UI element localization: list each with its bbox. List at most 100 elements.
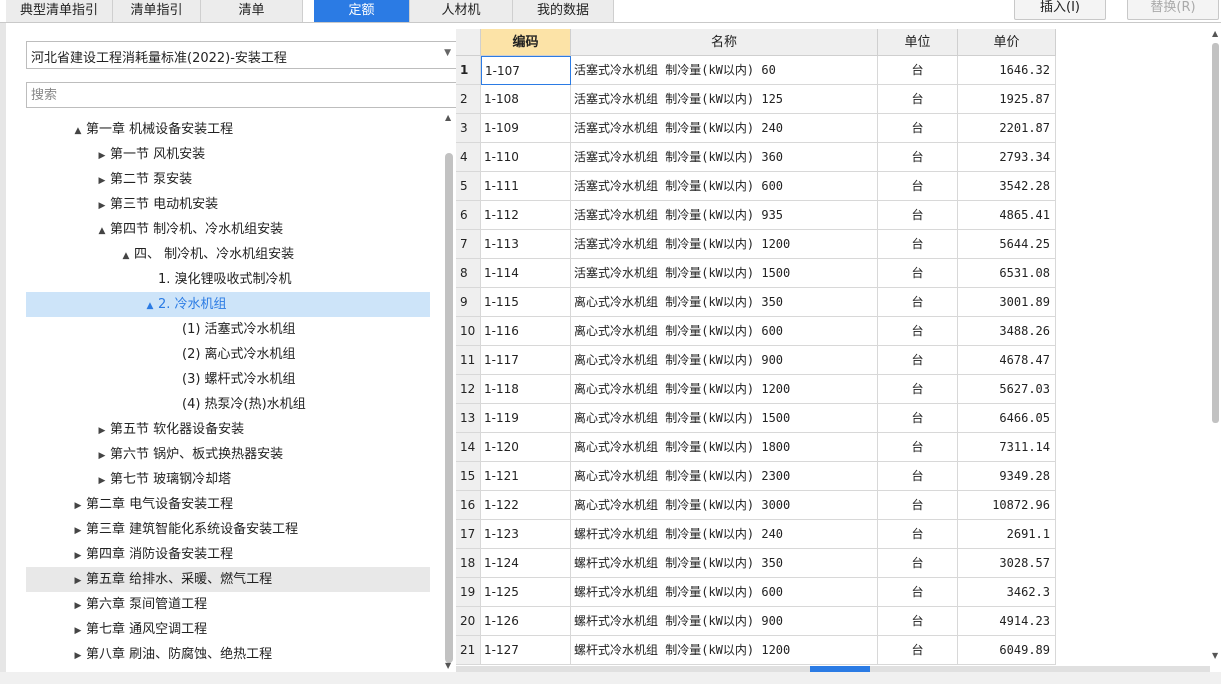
library-select[interactable]: 河北省建设工程消耗量标准(2022)-安装工程 ▼ bbox=[26, 41, 458, 69]
tree-node[interactable]: ▶ 第五节 软化器设备安装 bbox=[26, 417, 430, 442]
cell-name[interactable]: 活塞式冷水机组 制冷量(kW以内) 1500 bbox=[571, 259, 878, 288]
scroll-down-icon[interactable]: ▼ bbox=[445, 661, 451, 670]
cell-price[interactable]: 5644.25 bbox=[958, 230, 1056, 259]
expand-triangle-icon[interactable]: ▲ bbox=[70, 119, 86, 144]
collapse-triangle-icon[interactable]: ▶ bbox=[70, 619, 86, 644]
cell-price[interactable]: 3488.26 bbox=[958, 317, 1056, 346]
table-row[interactable]: 6 1-112 活塞式冷水机组 制冷量(kW以内) 935 台 4865.41 bbox=[456, 201, 1056, 230]
cell-code[interactable]: 1-110 bbox=[481, 143, 571, 172]
cell-unit[interactable]: 台 bbox=[878, 549, 958, 578]
cell-code[interactable]: 1-119 bbox=[481, 404, 571, 433]
cell-price[interactable]: 7311.14 bbox=[958, 433, 1056, 462]
cell-name[interactable]: 离心式冷水机组 制冷量(kW以内) 1200 bbox=[571, 375, 878, 404]
cell-unit[interactable]: 台 bbox=[878, 607, 958, 636]
expand-triangle-icon[interactable]: ▲ bbox=[142, 294, 158, 319]
cell-name[interactable]: 活塞式冷水机组 制冷量(kW以内) 935 bbox=[571, 201, 878, 230]
cell-unit[interactable]: 台 bbox=[878, 114, 958, 143]
table-row[interactable]: 16 1-122 离心式冷水机组 制冷量(kW以内) 3000 台 10872.96 bbox=[456, 491, 1056, 520]
cell-name[interactable]: 活塞式冷水机组 制冷量(kW以内) 600 bbox=[571, 172, 878, 201]
table-row[interactable]: 13 1-119 离心式冷水机组 制冷量(kW以内) 1500 台 6466.05 bbox=[456, 404, 1056, 433]
expand-triangle-icon[interactable]: ▲ bbox=[94, 219, 110, 244]
cell-unit[interactable]: 台 bbox=[878, 375, 958, 404]
tree-node[interactable]: ▶ 第三章 建筑智能化系统设备安装工程 bbox=[26, 517, 430, 542]
cell-unit[interactable]: 台 bbox=[878, 85, 958, 114]
scroll-up-icon[interactable]: ▲ bbox=[445, 113, 451, 122]
cell-price[interactable]: 3462.3 bbox=[958, 578, 1056, 607]
cell-price[interactable]: 6531.08 bbox=[958, 259, 1056, 288]
tree-node[interactable]: ▶ 第二节 泵安装 bbox=[26, 167, 430, 192]
table-row[interactable]: 15 1-121 离心式冷水机组 制冷量(kW以内) 2300 台 9349.28 bbox=[456, 462, 1056, 491]
cell-price[interactable]: 10872.96 bbox=[958, 491, 1056, 520]
cell-unit[interactable]: 台 bbox=[878, 491, 958, 520]
tab-labor-material-machine[interactable]: 人材机 bbox=[410, 0, 513, 22]
header-name[interactable]: 名称 bbox=[571, 29, 878, 56]
tab-list-guide[interactable]: 清单指引 bbox=[113, 0, 201, 22]
cell-name[interactable]: 离心式冷水机组 制冷量(kW以内) 1800 bbox=[571, 433, 878, 462]
cell-code[interactable]: 1-115 bbox=[481, 288, 571, 317]
cell-code[interactable]: 1-114 bbox=[481, 259, 571, 288]
tree-node[interactable]: (3) 螺杆式冷水机组 bbox=[26, 367, 430, 392]
cell-code[interactable]: 1-108 bbox=[481, 85, 571, 114]
cell-code[interactable]: 1-120 bbox=[481, 433, 571, 462]
expand-triangle-icon[interactable]: ▲ bbox=[118, 244, 134, 269]
cell-price[interactable]: 2691.1 bbox=[958, 520, 1056, 549]
cell-unit[interactable]: 台 bbox=[878, 520, 958, 549]
cell-name[interactable]: 活塞式冷水机组 制冷量(kW以内) 360 bbox=[571, 143, 878, 172]
table-row[interactable]: 2 1-108 活塞式冷水机组 制冷量(kW以内) 125 台 1925.87 bbox=[456, 85, 1056, 114]
cell-unit[interactable]: 台 bbox=[878, 317, 958, 346]
tab-list[interactable]: 清单 bbox=[201, 0, 303, 22]
collapse-triangle-icon[interactable]: ▶ bbox=[70, 519, 86, 544]
scroll-up-icon[interactable]: ▲ bbox=[1212, 29, 1218, 38]
collapse-triangle-icon[interactable]: ▶ bbox=[94, 469, 110, 494]
tab-my-data[interactable]: 我的数据 bbox=[513, 0, 614, 22]
cell-unit[interactable]: 台 bbox=[878, 578, 958, 607]
tree-node[interactable]: ▶ 第六节 锅炉、板式换热器安装 bbox=[26, 442, 430, 467]
table-row[interactable]: 14 1-120 离心式冷水机组 制冷量(kW以内) 1800 台 7311.14 bbox=[456, 433, 1056, 462]
cell-unit[interactable]: 台 bbox=[878, 404, 958, 433]
table-row[interactable]: 9 1-115 离心式冷水机组 制冷量(kW以内) 350 台 3001.89 bbox=[456, 288, 1056, 317]
collapse-triangle-icon[interactable]: ▶ bbox=[70, 544, 86, 569]
cell-name[interactable]: 螺杆式冷水机组 制冷量(kW以内) 350 bbox=[571, 549, 878, 578]
cell-name[interactable]: 螺杆式冷水机组 制冷量(kW以内) 900 bbox=[571, 607, 878, 636]
tree-node[interactable]: ▶ 第二章 电气设备安装工程 bbox=[26, 492, 430, 517]
tree-node[interactable]: ▲ 四、 制冷机、冷水机组安装 bbox=[26, 242, 430, 267]
cell-name[interactable]: 离心式冷水机组 制冷量(kW以内) 900 bbox=[571, 346, 878, 375]
collapse-triangle-icon[interactable]: ▶ bbox=[94, 419, 110, 444]
insert-button[interactable]: 插入(I) bbox=[1014, 0, 1106, 20]
cell-name[interactable]: 离心式冷水机组 制冷量(kW以内) 350 bbox=[571, 288, 878, 317]
tab-quota[interactable]: 定额 bbox=[314, 0, 410, 22]
cell-code[interactable]: 1-124 bbox=[481, 549, 571, 578]
cell-name[interactable]: 活塞式冷水机组 制冷量(kW以内) 240 bbox=[571, 114, 878, 143]
header-unit[interactable]: 单位 bbox=[878, 29, 958, 56]
tree-node[interactable]: ▶ 第七节 玻璃钢冷却塔 bbox=[26, 467, 430, 492]
tree-node[interactable]: ▲ 第四节 制冷机、冷水机组安装 bbox=[26, 217, 430, 242]
table-row[interactable]: 4 1-110 活塞式冷水机组 制冷量(kW以内) 360 台 2793.34 bbox=[456, 143, 1056, 172]
cell-code[interactable]: 1-117 bbox=[481, 346, 571, 375]
cell-unit[interactable]: 台 bbox=[878, 346, 958, 375]
cell-price[interactable]: 5627.03 bbox=[958, 375, 1056, 404]
collapse-triangle-icon[interactable]: ▶ bbox=[94, 169, 110, 194]
collapse-triangle-icon[interactable]: ▶ bbox=[94, 144, 110, 169]
cell-price[interactable]: 1646.32 bbox=[958, 56, 1056, 85]
tree-node[interactable]: ▶ 第五章 给排水、采暖、燃气工程 bbox=[26, 567, 430, 592]
cell-name[interactable]: 离心式冷水机组 制冷量(kW以内) 1500 bbox=[571, 404, 878, 433]
cell-unit[interactable]: 台 bbox=[878, 201, 958, 230]
collapse-triangle-icon[interactable]: ▶ bbox=[70, 569, 86, 594]
scroll-down-icon[interactable]: ▼ bbox=[1212, 651, 1218, 660]
table-row[interactable]: 11 1-117 离心式冷水机组 制冷量(kW以内) 900 台 4678.47 bbox=[456, 346, 1056, 375]
tree-node[interactable]: (2) 离心式冷水机组 bbox=[26, 342, 430, 367]
replace-button[interactable]: 替换(R) bbox=[1127, 0, 1219, 20]
collapse-triangle-icon[interactable]: ▶ bbox=[70, 494, 86, 519]
collapse-triangle-icon[interactable]: ▶ bbox=[70, 644, 86, 663]
cell-unit[interactable]: 台 bbox=[878, 143, 958, 172]
cell-price[interactable]: 4865.41 bbox=[958, 201, 1056, 230]
cell-name[interactable]: 活塞式冷水机组 制冷量(kW以内) 60 bbox=[571, 56, 878, 85]
tree-node[interactable]: ▶ 第三节 电动机安装 bbox=[26, 192, 430, 217]
cell-name[interactable]: 离心式冷水机组 制冷量(kW以内) 2300 bbox=[571, 462, 878, 491]
cell-name[interactable]: 离心式冷水机组 制冷量(kW以内) 3000 bbox=[571, 491, 878, 520]
cell-price[interactable]: 6049.89 bbox=[958, 636, 1056, 665]
table-row[interactable]: 8 1-114 活塞式冷水机组 制冷量(kW以内) 1500 台 6531.08 bbox=[456, 259, 1056, 288]
cell-name[interactable]: 螺杆式冷水机组 制冷量(kW以内) 240 bbox=[571, 520, 878, 549]
cell-unit[interactable]: 台 bbox=[878, 172, 958, 201]
collapse-triangle-icon[interactable]: ▶ bbox=[70, 594, 86, 619]
